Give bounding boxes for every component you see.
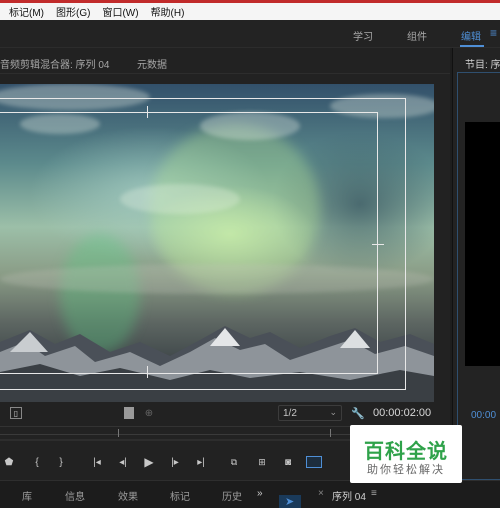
video-preview[interactable] — [0, 84, 434, 402]
tab-metadata[interactable]: 元数据 — [137, 56, 167, 71]
workspace-tab-editing[interactable]: 编辑 — [461, 28, 481, 43]
step-back-icon[interactable]: ◂| — [116, 456, 130, 468]
workspace-tab-learn[interactable]: 学习 — [353, 28, 373, 43]
wrench-icon[interactable]: 🔧 — [351, 406, 365, 420]
title-safe-guide — [0, 112, 378, 374]
safe-center-tick — [372, 244, 384, 245]
tab-audio-clip-mixer[interactable]: 音频剪辑混合器: 序列 04 — [0, 56, 109, 71]
marker-icon[interactable]: ⬟ — [4, 456, 14, 468]
step-forward-icon[interactable]: |▸ — [168, 456, 182, 468]
watermark-title: 百科全说 — [364, 441, 448, 463]
source-panel-tabs: 音频剪辑混合器: 序列 04 元数据 — [0, 48, 450, 74]
menu-help[interactable]: 帮助(H) — [151, 4, 185, 19]
safe-margins-icon[interactable] — [306, 456, 322, 468]
menu-marker[interactable]: 标记(M) — [9, 4, 44, 19]
tab-markers[interactable]: 标记 — [170, 488, 190, 503]
menu-bar: 标记(M) 图形(G) 窗口(W) 帮助(H) — [0, 0, 500, 20]
watermark-logo: 百科全说 助你轻松解决 — [350, 425, 462, 483]
selection-tool-button[interactable]: ➤ — [279, 495, 301, 508]
close-icon[interactable]: × — [318, 488, 324, 499]
source-control-row: ▯ ⊕ 1/2 ⌄ 🔧 00:00:02:00 — [0, 404, 450, 424]
active-tab-indicator — [460, 45, 484, 47]
program-preview[interactable] — [465, 122, 500, 366]
play-icon[interactable]: ▶ — [142, 455, 156, 469]
resolution-dropdown[interactable]: 1/2 ⌄ — [278, 405, 342, 421]
panel-menu-icon[interactable]: ≡ — [371, 488, 377, 499]
resolution-value: 1/2 — [283, 408, 297, 419]
source-timecode[interactable]: 00:00:02:00 — [373, 407, 431, 419]
tab-libraries[interactable]: 库 — [22, 488, 32, 503]
insert-clip-icon[interactable]: ⧉ — [226, 456, 242, 468]
export-frame-icon[interactable] — [124, 407, 134, 419]
overflow-chevron-icon[interactable]: » — [257, 488, 263, 499]
workspace-menu-icon[interactable]: ≡ — [490, 26, 497, 40]
mark-in-icon[interactable]: { — [32, 456, 42, 468]
source-monitor-panel: 音频剪辑混合器: 序列 04 元数据 ▯ ⊕ 1/2 ⌄ 🔧 00:00:02:… — [0, 48, 450, 480]
selection-arrow-icon: ➤ — [285, 496, 295, 508]
program-monitor-panel: 节目: 序列 00:00 — [452, 48, 500, 480]
ruler-tick — [330, 429, 331, 437]
tab-timeline-sequence[interactable]: 序列 04 — [332, 488, 366, 503]
fit-icon[interactable]: ▯ — [10, 407, 22, 419]
workspace-bar: 学习 组件 编辑 ≡ — [0, 20, 500, 48]
safe-center-tick — [147, 106, 148, 118]
go-to-out-icon[interactable]: ▸| — [194, 456, 208, 468]
camera-icon[interactable]: ◙ — [281, 456, 295, 468]
watermark-subtitle: 助你轻松解决 — [367, 464, 445, 476]
safe-center-tick — [147, 366, 148, 378]
menu-graphics[interactable]: 图形(G) — [56, 4, 90, 19]
tab-history[interactable]: 历史 — [222, 488, 242, 503]
workspace-tab-assembly[interactable]: 组件 — [407, 28, 427, 43]
mark-out-icon[interactable]: } — [56, 456, 66, 468]
ruler-tick — [118, 429, 119, 437]
menu-window[interactable]: 窗口(W) — [102, 4, 138, 19]
insert-icon[interactable]: ⊕ — [143, 407, 155, 419]
tab-program-sequence[interactable]: 节目: 序列 — [465, 56, 500, 71]
overwrite-clip-icon[interactable]: ⊞ — [254, 456, 270, 468]
program-timecode[interactable]: 00:00 — [471, 410, 496, 421]
bottom-panel-tabs: 库 信息 效果 标记 历史 » ➤ × 序列 04 ≡ — [0, 480, 500, 508]
tab-effects[interactable]: 效果 — [118, 488, 138, 503]
chevron-down-icon: ⌄ — [329, 407, 337, 417]
tab-info[interactable]: 信息 — [65, 488, 85, 503]
go-to-in-icon[interactable]: |◂ — [90, 456, 104, 468]
